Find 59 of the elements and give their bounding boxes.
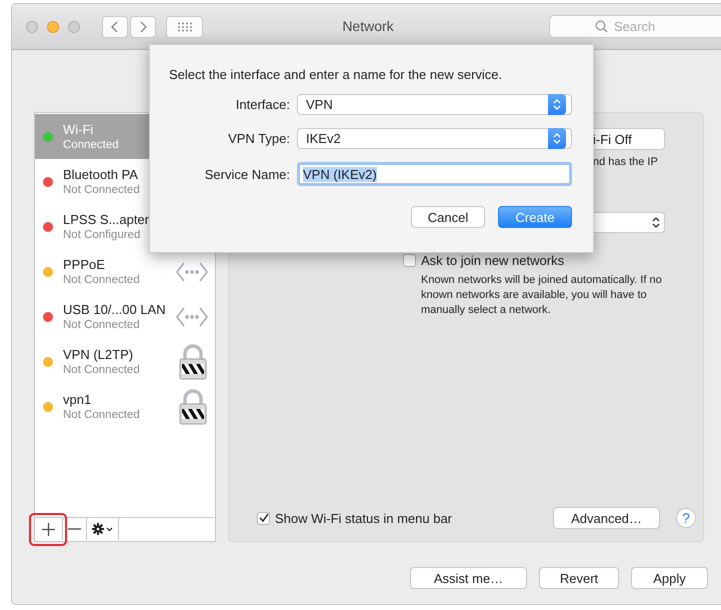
checkbox-label: Ask to join new networks [421,253,564,268]
service-name: vpn1 [63,392,92,408]
service-item[interactable]: vpn1 Not Connected [35,384,215,429]
service-name: LPSS S...apter [63,212,150,228]
service-item[interactable]: VPN (L2TP) Not Connected [35,339,215,384]
service-status: Not Connected [63,408,141,422]
service-item[interactable]: USB 10/...00 LAN Not Connected [35,294,215,339]
service-name: USB 10/...00 LAN [63,302,167,318]
dialog-button[interactable]: Cancel [411,206,485,228]
highlight-outline [29,513,67,546]
network-name-popup[interactable] [593,212,665,233]
service-status: Not Connected [63,362,141,376]
service-name: Wi-Fi [63,122,94,138]
service-status: Not Connected [63,182,141,196]
show-all-button[interactable] [166,16,203,38]
stepper-arrows-icon [548,94,566,115]
service-status: Not Configured [63,228,142,242]
service-status: Connected [63,138,120,152]
stepper-arrows-icon [548,128,566,149]
network-bracket-icon [176,306,208,328]
chevron-right-icon [139,20,147,32]
footer-button[interactable]: Assist me… [410,567,527,589]
service-name-field[interactable]: VPN (IKEv2) [297,162,572,186]
window-minimize-button[interactable] [47,20,59,32]
sheet-prompt: Select the interface and enter a name for the new service. [169,67,504,82]
forward-button[interactable] [130,16,156,38]
checkbox-label: Show Wi-Fi status in menu bar [275,510,452,526]
network-bracket-icon [176,260,208,282]
grid-icon [176,22,192,32]
status-text: nd has the IP [593,156,659,168]
service-status: Not Connected [63,318,141,332]
field-label: Interface: [234,97,290,112]
back-button[interactable] [102,16,128,38]
popup-menu[interactable]: IKEv2 [297,128,572,149]
window-title: Network [342,18,394,34]
service-item[interactable]: PPPoE Not Connected [35,249,215,294]
stepper-arrows-icon [652,216,660,229]
search-icon [595,20,608,33]
wifi-toggle-button[interactable]: i-Fi Off [593,128,665,150]
gear-icon [92,523,114,535]
minus-icon [68,528,81,530]
service-status: Not Connected [63,272,141,286]
footer-button[interactable]: Revert [539,567,619,589]
help-text: Known networks will be joined automatically. If no known networks are available, you will have to manually select a network. [421,273,663,318]
plus-icon [42,522,55,536]
popup-menu[interactable]: VPN [297,94,572,115]
help-button[interactable]: ? [676,508,696,528]
advanced-button[interactable]: Advanced… [553,507,660,529]
service-name: VPN (L2TP) [63,346,134,362]
chevron-left-icon [111,20,119,32]
checkbox[interactable] [257,512,270,524]
field-label: VPN Type: [227,131,290,146]
padlock-icon [178,388,208,424]
search-field[interactable]: Search [549,15,721,38]
field-label: Service Name: [204,166,290,182]
footer-button[interactable]: Apply [631,567,708,589]
padlock-icon [178,344,208,380]
checkbox[interactable] [403,254,416,267]
service-name: PPPoE [63,256,106,272]
